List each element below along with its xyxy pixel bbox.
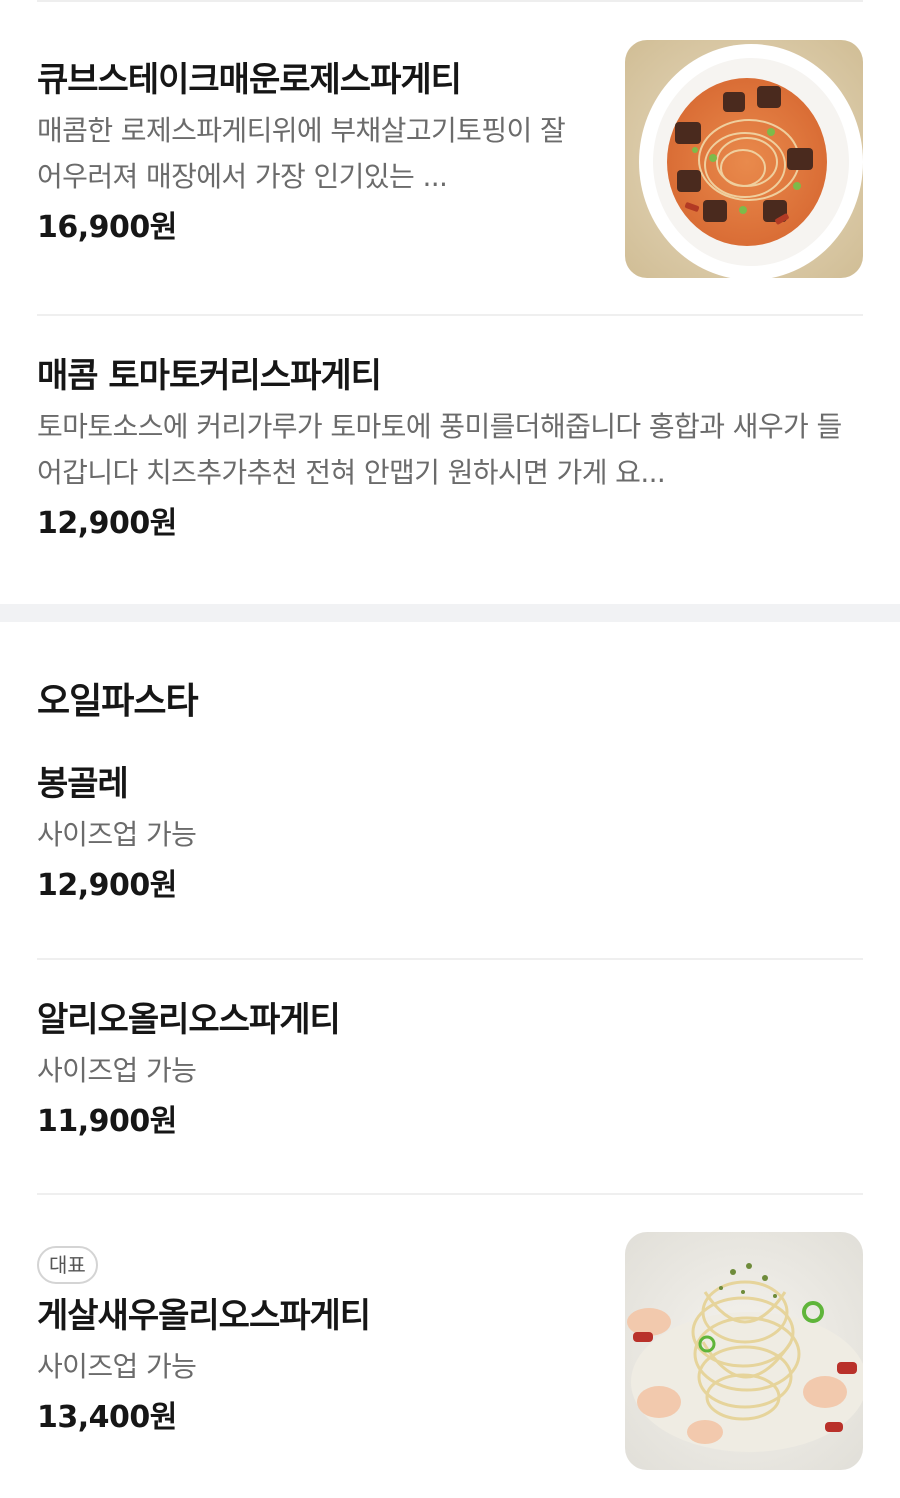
- item-price: 16,900원: [37, 210, 177, 245]
- item-description: 토마토소스에 커리가루가 토마토에 풍미를더해줍니다 홍합과 새우가 들어갑니다…: [37, 410, 842, 489]
- item-description: 사이즈업 가능: [37, 1350, 197, 1383]
- item-description: 매콤한 로제스파게티위에 부채살고기토핑이 잘어우러져 매장에서 가장 인기있는…: [37, 114, 566, 193]
- item-name: 큐브스테이크매운로제스파게티: [37, 60, 462, 100]
- item-price: 11,900원: [37, 1104, 177, 1139]
- divider: [37, 314, 863, 316]
- signature-badge: 대표: [37, 1246, 98, 1284]
- section-separator: [0, 604, 900, 622]
- item-price: 12,900원: [37, 506, 177, 541]
- item-price: 12,900원: [37, 868, 177, 903]
- menu-item-image[interactable]: [625, 40, 863, 278]
- menu-item-vongole[interactable]: 봉골레 사이즈업 가능 12,900원: [0, 756, 900, 936]
- item-name: 매콤 토마토커리스파게티: [37, 356, 382, 396]
- menu-item-image[interactable]: [625, 1232, 863, 1470]
- item-name: 알리오올리오스파게티: [37, 1000, 341, 1040]
- item-name: 봉골레: [37, 764, 129, 804]
- top-divider: [37, 0, 863, 2]
- item-price: 13,400원: [37, 1400, 177, 1435]
- section-title: 오일파스타: [37, 681, 199, 722]
- menu-item-tomato-curry[interactable]: 매콤 토마토커리스파게티 토마토소스에 커리가루가 토마토에 풍미를더해줍니다 …: [0, 340, 900, 560]
- item-name: 게살새우올리오스파게티: [37, 1296, 371, 1336]
- menu-item-aglio-olio[interactable]: 알리오올리오스파게티 사이즈업 가능 11,900원: [0, 992, 900, 1172]
- menu-item-cube-steak-rose[interactable]: 큐브스테이크매운로제스파게티 매콤한 로제스파게티위에 부채살고기토핑이 잘어우…: [0, 40, 900, 280]
- item-description: 사이즈업 가능: [37, 1054, 197, 1087]
- divider: [37, 958, 863, 960]
- item-description: 사이즈업 가능: [37, 818, 197, 851]
- menu-item-crab-shrimp-olio[interactable]: 대표 게살새우올리오스파게티 사이즈업 가능 13,400원: [0, 1232, 900, 1472]
- divider: [37, 1193, 863, 1195]
